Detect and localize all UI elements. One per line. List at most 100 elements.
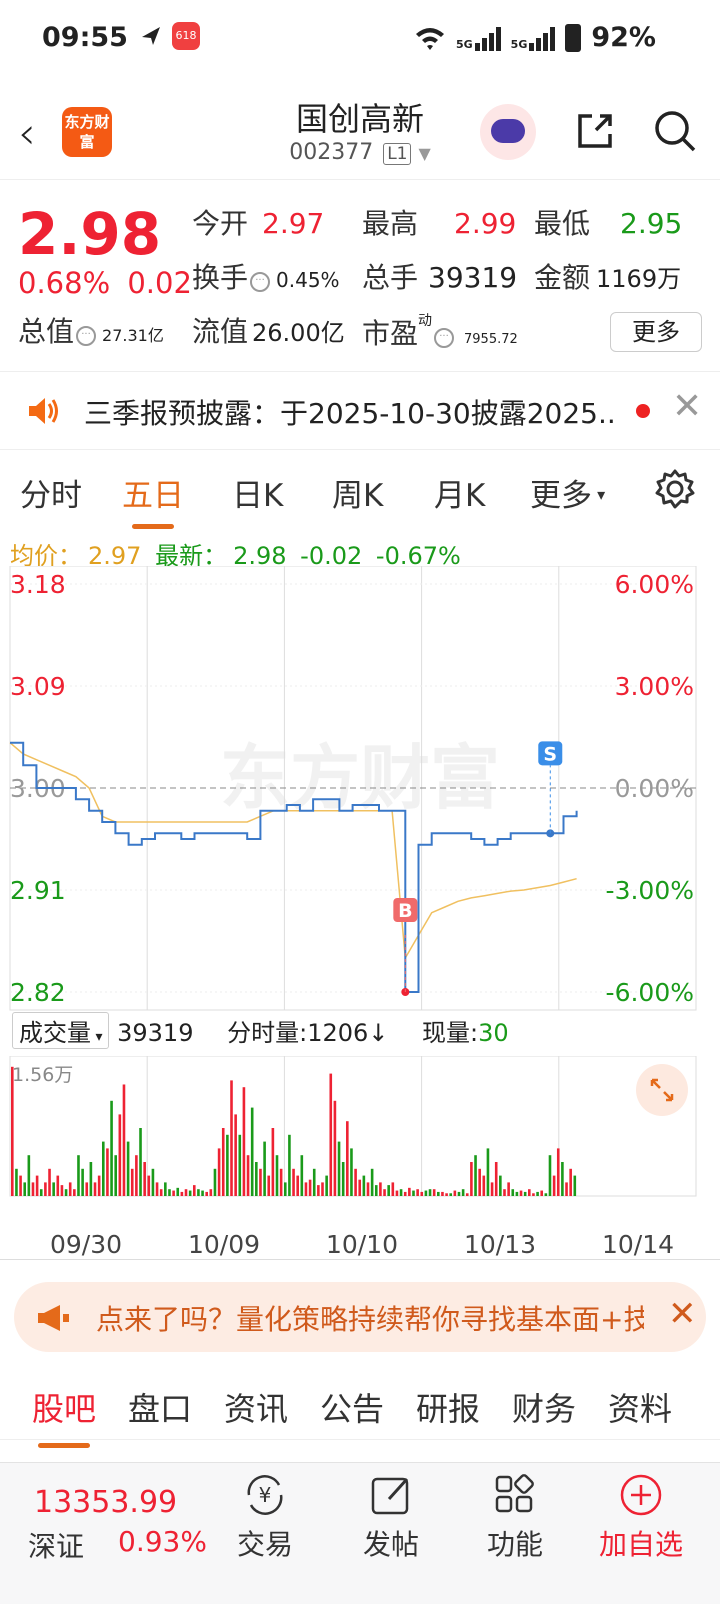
volume-bar — [230, 1080, 233, 1196]
y-tick-left: 2.82 — [10, 978, 66, 1007]
volume-bar — [217, 1148, 221, 1196]
close-icon[interactable]: ✕ — [668, 1294, 697, 1334]
unread-dot — [636, 404, 650, 418]
status-time: 09:55 — [42, 22, 128, 53]
per-minute-volume: 分时量:1206↓ — [227, 1019, 389, 1047]
volume-bar — [552, 1175, 556, 1196]
volume-bar — [511, 1189, 515, 1196]
share-icon[interactable] — [574, 110, 616, 152]
watermark: 东方财富 — [220, 737, 500, 819]
volume-bar — [432, 1189, 436, 1196]
volume-bar — [159, 1189, 163, 1196]
app-badge-icon: 618 — [172, 22, 200, 50]
promo-text: 点来了吗？量化策略持续帮你寻找基本面+技 — [96, 1303, 644, 1336]
volume-bar — [27, 1155, 31, 1196]
volume-bar — [515, 1191, 519, 1196]
tab-order-book[interactable]: 盘口 — [128, 1384, 192, 1430]
volume-bar — [288, 1134, 291, 1196]
tab-finance[interactable]: 财务 — [512, 1384, 576, 1430]
volume-bar — [122, 1084, 126, 1196]
grid-icon — [495, 1474, 534, 1513]
amount-field: 金额 1169万 — [534, 261, 682, 294]
ai-assistant-icon[interactable] — [480, 104, 536, 160]
volume-bar — [445, 1193, 448, 1196]
tab-five-day[interactable]: 五日 — [122, 470, 184, 529]
tab-month-k[interactable]: 月K — [434, 470, 485, 515]
volume-bar — [226, 1134, 229, 1196]
volume-bar — [97, 1175, 101, 1196]
volume-bar — [536, 1191, 539, 1196]
volume-bar — [362, 1175, 366, 1196]
five-day-price-chart[interactable]: 东方财富 3.18 6.00%3.09 3.00%3.00 0.00%2.91 -3.0… — [0, 566, 720, 1012]
volume-bar — [259, 1168, 262, 1196]
volume-bar — [68, 1182, 72, 1196]
volume-chart[interactable] — [0, 1056, 720, 1224]
volume-bar — [474, 1155, 477, 1196]
info-icon: ··· — [76, 326, 97, 346]
volume-header: 成交量 ▾ 39319 分时量:1206↓ 现量:30 — [12, 1012, 509, 1049]
volume-bar — [23, 1182, 27, 1196]
tab-guba[interactable]: 股吧 — [32, 1384, 96, 1448]
y-tick-left: 3.18 — [10, 570, 66, 599]
volume-bar — [507, 1182, 510, 1196]
volume-bar — [408, 1187, 411, 1196]
volume-indicator-select[interactable]: 成交量 ▾ — [12, 1012, 110, 1049]
volume-bar — [370, 1168, 374, 1196]
close-icon[interactable]: ✕ — [672, 386, 702, 427]
volume-bar — [234, 1114, 237, 1196]
tab-day-k[interactable]: 日K — [232, 470, 283, 515]
volume-bar — [569, 1168, 572, 1196]
volume-bar — [275, 1155, 279, 1196]
send-icon — [142, 27, 160, 45]
tab-profile[interactable]: 资料 — [608, 1384, 672, 1430]
volume-bar — [168, 1189, 171, 1196]
battery-icon — [565, 23, 582, 52]
stock-code: 002377 — [289, 140, 374, 165]
volume-bar — [155, 1182, 159, 1196]
volume-bar — [242, 1087, 246, 1196]
status-bar: 09:55 618 5G 5G 92% — [0, 0, 720, 80]
volume-bar — [197, 1189, 200, 1196]
tab-week-k[interactable]: 周K — [332, 470, 383, 515]
volume-bar — [561, 1162, 564, 1196]
volume-bar — [565, 1182, 568, 1196]
functions-button[interactable]: 功能 — [460, 1471, 570, 1563]
tab-more[interactable]: 更多 ▾ — [530, 470, 605, 515]
volume-bar — [267, 1175, 271, 1196]
volume-bar — [317, 1185, 320, 1196]
volume-bar — [412, 1190, 415, 1196]
volume-bar — [341, 1162, 345, 1196]
volume-bar — [470, 1162, 473, 1196]
expand-chart-button[interactable] — [636, 1064, 688, 1116]
volume-bar — [556, 1148, 560, 1196]
volume-bar — [89, 1162, 93, 1196]
post-button[interactable]: 发帖 — [336, 1471, 446, 1563]
tab-minute[interactable]: 分时 — [20, 470, 82, 515]
tab-announcements[interactable]: 公告 — [320, 1384, 384, 1430]
volume-bar — [548, 1155, 552, 1196]
volume-bar — [101, 1141, 105, 1196]
plus-circle-icon — [620, 1474, 662, 1516]
volume-bar — [188, 1190, 192, 1196]
volume-bar — [151, 1168, 155, 1196]
svg-text:¥: ¥ — [259, 1483, 272, 1507]
search-icon[interactable] — [652, 108, 698, 154]
add-watchlist-button[interactable]: 加自选 — [586, 1471, 696, 1563]
high-field: 最高 2.99 — [362, 207, 517, 240]
volume-bar — [391, 1182, 395, 1196]
volume-bar — [263, 1141, 266, 1196]
more-button[interactable]: 更多 — [610, 312, 702, 352]
tab-news[interactable]: 资讯 — [224, 1384, 288, 1430]
volume-bar — [325, 1175, 328, 1196]
volume-bar — [147, 1175, 151, 1196]
volume-bar — [176, 1187, 180, 1196]
index-name: 深证 — [28, 1530, 85, 1563]
date-label: 10/14 — [602, 1230, 675, 1259]
y-tick-left: 3.09 — [10, 672, 66, 701]
chart-tabs: 分时 五日 日K 周K 月K 更多 ▾ — [0, 450, 720, 530]
tab-research[interactable]: 研报 — [416, 1384, 480, 1430]
trade-button[interactable]: ¥ 交易 — [210, 1471, 320, 1563]
notice-bar[interactable]: 三季报预披露：于2025-10-30披露2025... ✕ — [0, 372, 720, 450]
promo-banner[interactable]: 点来了吗？量化策略持续帮你寻找基本面+技 ✕ — [14, 1282, 706, 1352]
gear-icon[interactable] — [654, 468, 696, 510]
